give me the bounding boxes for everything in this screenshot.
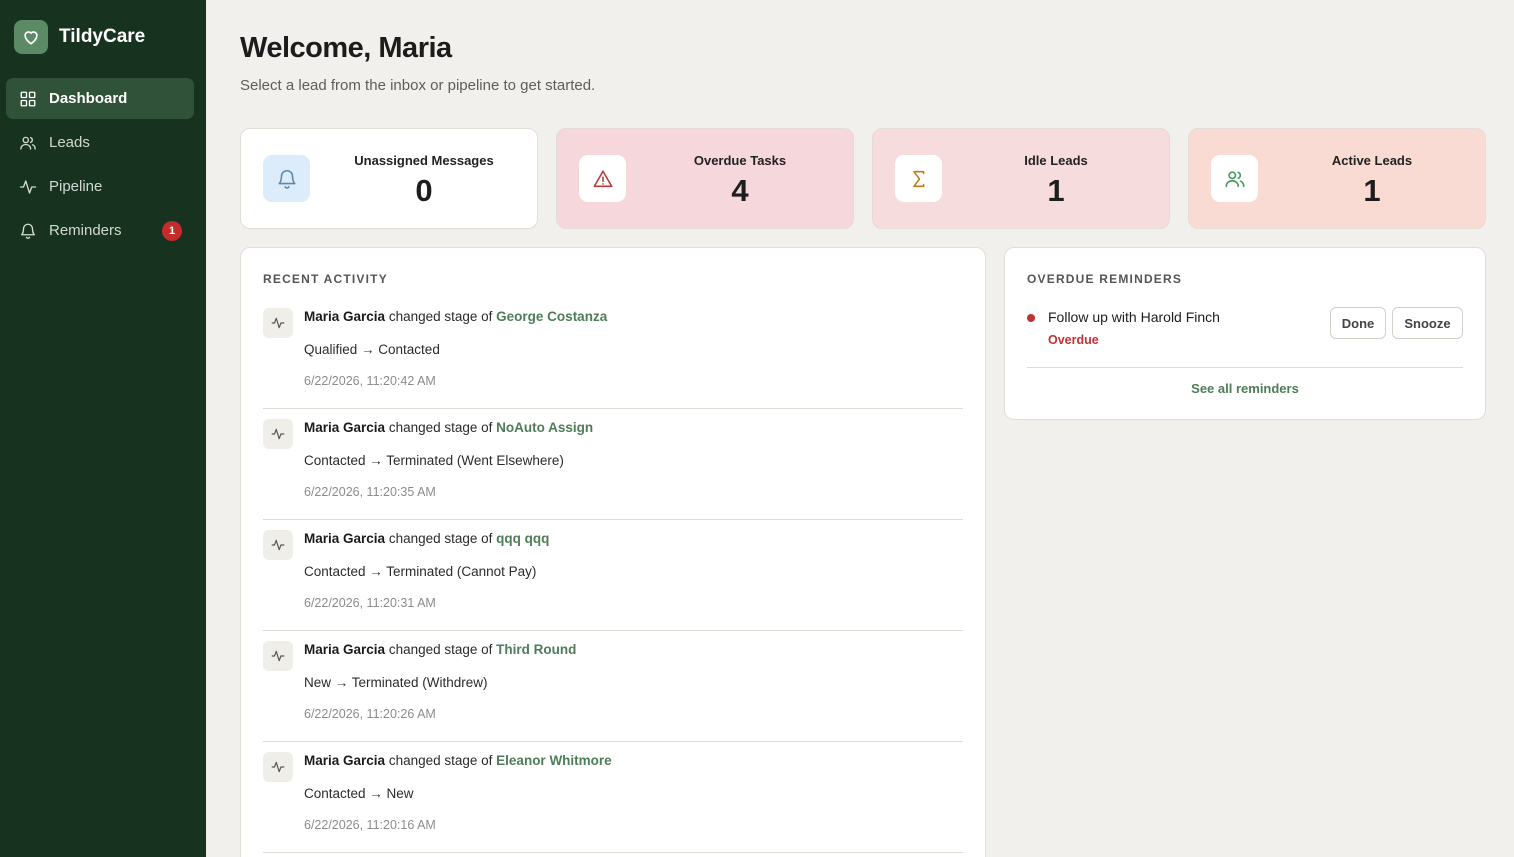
activity-icon: [263, 419, 293, 449]
activity-item: Maria Garcia changed stage of Third Roun…: [263, 631, 963, 742]
overdue-reminders-title: OVERDUE REMINDERS: [1027, 272, 1183, 286]
activity-summary: Maria Garcia changed stage of Third Roun…: [304, 642, 576, 657]
users-icon: [18, 133, 38, 153]
done-button[interactable]: Done: [1330, 307, 1386, 339]
activity-detail: Contacted → Terminated (Went Elsewhere): [304, 453, 564, 468]
sidebar-item-dashboard[interactable]: Dashboard: [6, 78, 194, 119]
activity-timestamp: 6/22/2026, 11:20:35 AM: [304, 485, 436, 499]
activity-timestamp: 6/22/2026, 11:20:26 AM: [304, 707, 436, 721]
sigma-icon: [895, 155, 942, 202]
activity-icon: [263, 641, 293, 671]
activity-timestamp: 6/22/2026, 11:20:31 AM: [304, 596, 436, 610]
overdue-dot-icon: [1027, 314, 1035, 322]
brand[interactable]: TildyCare: [14, 20, 145, 54]
users-icon: [1211, 155, 1258, 202]
activity-actor: Maria Garcia: [304, 642, 386, 657]
stat-value: 4: [731, 173, 749, 208]
see-all-reminders-link[interactable]: See all reminders: [1005, 381, 1485, 396]
bell-icon: [263, 155, 310, 202]
activity-action: changed stage of: [388, 309, 493, 324]
activity-lead-link[interactable]: qqq qqq: [496, 531, 549, 546]
activity-action: changed stage of: [388, 753, 493, 768]
activity-lead-link[interactable]: George Costanza: [496, 309, 607, 324]
stat-value: 0: [415, 173, 433, 208]
activity-detail: Qualified → Contacted: [304, 342, 440, 357]
activity-list: Maria Garcia changed stage of George Cos…: [263, 298, 963, 853]
stat-value: 1: [1047, 173, 1065, 208]
stat-label: Overdue Tasks: [693, 153, 787, 168]
activity-detail: Contacted → Terminated (Cannot Pay): [304, 564, 537, 579]
activity-lead-link[interactable]: Eleanor Whitmore: [496, 753, 612, 768]
activity-actor: Maria Garcia: [304, 309, 386, 324]
page-title: Welcome, Maria: [240, 32, 452, 64]
reminders-count-badge: 1: [162, 221, 182, 241]
activity-detail: Contacted → New: [304, 786, 414, 801]
snooze-button[interactable]: Snooze: [1392, 307, 1463, 339]
heart-logo-icon: [14, 20, 48, 54]
activity-item: Maria Garcia changed stage of Eleanor Wh…: [263, 742, 963, 853]
sidebar-item-pipeline[interactable]: Pipeline: [6, 166, 194, 207]
sidebar-item-label: Leads: [49, 134, 90, 151]
activity-lead-link[interactable]: Third Round: [496, 642, 576, 657]
stat-card-unassigned-messages[interactable]: Unassigned Messages 0: [240, 128, 538, 229]
reminder-title: Follow up with Harold Finch: [1048, 309, 1220, 325]
sidebar-item-label: Dashboard: [49, 90, 128, 107]
sidebar-item-label: Pipeline: [49, 178, 103, 195]
reminder-item: Follow up with Harold Finch Overdue Done…: [1027, 306, 1463, 368]
activity-action: changed stage of: [388, 420, 493, 435]
alert-triangle-icon: [579, 155, 626, 202]
activity-summary: Maria Garcia changed stage of Eleanor Wh…: [304, 753, 612, 768]
activity-icon: [263, 530, 293, 560]
stat-value: 1: [1363, 173, 1381, 208]
activity-item: Maria Garcia changed stage of George Cos…: [263, 298, 963, 409]
stats-row: Unassigned Messages 0 Overdue Tasks 4 Id…: [240, 128, 1486, 229]
sidebar-nav: Dashboard Leads Pipeline Reminders 1: [6, 78, 194, 254]
activity-actor: Maria Garcia: [304, 531, 386, 546]
activity-detail: New → Terminated (Withdrew): [304, 675, 488, 690]
activity-icon: [18, 177, 38, 197]
activity-icon: [263, 752, 293, 782]
activity-timestamp: 6/22/2026, 11:20:42 AM: [304, 374, 436, 388]
page-subtitle: Select a lead from the inbox or pipeline…: [240, 77, 596, 94]
activity-item: Maria Garcia changed stage of NoAuto Ass…: [263, 409, 963, 520]
activity-summary: Maria Garcia changed stage of NoAuto Ass…: [304, 420, 593, 435]
activity-icon: [263, 308, 293, 338]
activity-action: changed stage of: [388, 531, 493, 546]
sidebar-item-leads[interactable]: Leads: [6, 122, 194, 163]
stat-card-idle-leads[interactable]: Idle Leads 1: [872, 128, 1170, 229]
grid-icon: [18, 89, 38, 109]
app-name: TildyCare: [59, 26, 146, 47]
stat-card-active-leads[interactable]: Active Leads 1: [1188, 128, 1486, 229]
sidebar-item-reminders[interactable]: Reminders 1: [6, 210, 194, 251]
recent-activity-panel: RECENT ACTIVITY Maria Garcia changed sta…: [240, 247, 986, 857]
activity-action: changed stage of: [388, 642, 493, 657]
recent-activity-title: RECENT ACTIVITY: [263, 272, 388, 286]
reminder-status: Overdue: [1048, 333, 1099, 347]
sidebar: TildyCare Dashboard Leads Pipeline Remin…: [0, 0, 206, 857]
stat-card-overdue-tasks[interactable]: Overdue Tasks 4: [556, 128, 854, 229]
activity-lead-link[interactable]: NoAuto Assign: [496, 420, 593, 435]
stat-label: Active Leads: [1331, 153, 1413, 168]
activity-item: Maria Garcia changed stage of qqq qqq Co…: [263, 520, 963, 631]
activity-summary: Maria Garcia changed stage of qqq qqq: [304, 531, 549, 546]
bell-icon: [18, 221, 38, 241]
sidebar-item-label: Reminders: [49, 222, 122, 239]
activity-summary: Maria Garcia changed stage of George Cos…: [304, 309, 607, 324]
stat-label: Idle Leads: [1024, 153, 1088, 168]
overdue-reminders-panel: OVERDUE REMINDERS Follow up with Harold …: [1004, 247, 1486, 420]
activity-actor: Maria Garcia: [304, 753, 386, 768]
activity-timestamp: 6/22/2026, 11:20:16 AM: [304, 818, 436, 832]
activity-actor: Maria Garcia: [304, 420, 386, 435]
stat-label: Unassigned Messages: [354, 153, 494, 168]
